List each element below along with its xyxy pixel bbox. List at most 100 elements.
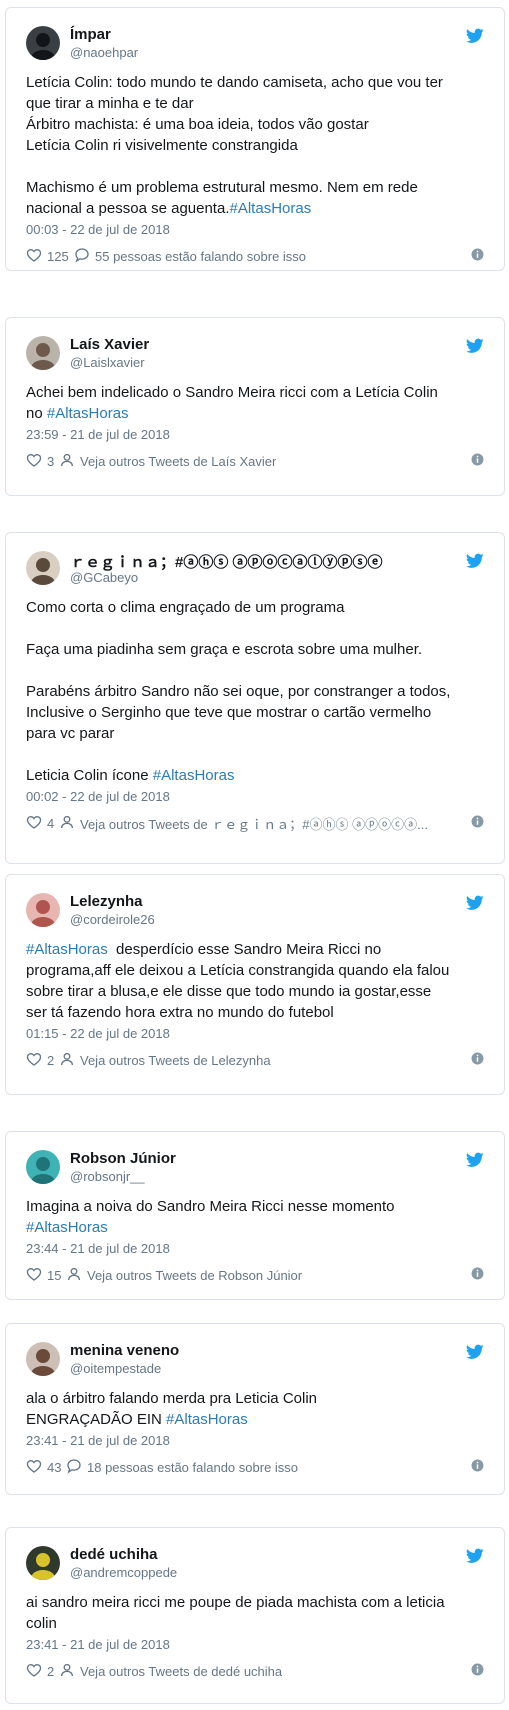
meta-link[interactable]: Veja outros Tweets de ｒｅｇｉｎａ；#ⓐⓗⓢ ⓐⓟⓞⓒⓐ.… [59,814,428,833]
like-button[interactable]: 15 [26,1266,61,1285]
tweet-line [26,660,482,681]
tweet-line: Leticia Colin ícone #AltasHoras [26,765,482,786]
heart-icon[interactable] [26,1266,42,1285]
meta-link[interactable]: Veja outros Tweets de dedé uchiha [59,1662,282,1681]
meta-link[interactable]: 18 pessoas estão falando sobre isso [66,1458,298,1477]
timestamp[interactable]: 23:41 - 21 de jul de 2018 [26,1433,170,1448]
meta-link[interactable]: 55 pessoas estão falando sobre isso [74,247,306,266]
like-count: 4 [47,816,55,831]
author-name[interactable]: Laís Xavier [70,336,149,353]
hashtag-link[interactable]: #AltasHoras [26,941,108,958]
author-name[interactable]: Lelezynha [70,893,143,910]
meta-text: Veja outros Tweets de ｒｅｇｉｎａ；#ⓐⓗⓢ ⓐⓟⓞⓒⓐ.… [80,817,428,832]
heart-icon[interactable] [26,452,42,471]
text-segment: para vc parar [26,725,115,742]
heart-icon[interactable] [26,1051,42,1070]
like-button[interactable]: 3 [26,452,54,471]
timestamp[interactable]: 23:59 - 21 de jul de 2018 [26,427,170,442]
hashtag-link[interactable]: #AltasHoras [166,1411,248,1428]
meta-link[interactable]: Veja outros Tweets de Robson Júnior [66,1266,302,1285]
tweet-line: Letícia Colin: todo mundo te dando camis… [26,72,482,93]
tweet-card[interactable]: Lelezynha @cordeirole26 #AltasHoras desper… [5,874,505,1095]
tweet-line: #AltasHoras [26,1217,482,1238]
info-icon[interactable] [471,1267,484,1280]
avatar[interactable] [26,551,60,585]
info-icon[interactable] [471,453,484,466]
tweet-card[interactable]: Ímpar @naoehpar Letícia Colin: todo mundo … [5,7,505,271]
author-name[interactable]: menina veneno [70,1342,179,1359]
person-icon [59,814,75,833]
text-segment: ai sandro meira ricci me poupe de piada … [26,1594,445,1611]
like-button[interactable]: 4 [26,814,54,833]
author-name[interactable]: ｒｅｇｉｎａ；#ⓐⓗⓢ ⓐⓟⓞⓒⓐⓛⓨⓟⓢⓔ [70,551,383,572]
twitter-bird-icon[interactable] [465,1152,484,1168]
tweet-text: #AltasHoras desperdício esse Sandro Meir… [26,939,482,1023]
heart-icon[interactable] [26,1662,42,1681]
timestamp[interactable]: 00:03 - 22 de jul de 2018 [26,222,170,237]
like-button[interactable]: 43 [26,1458,61,1477]
author-handle[interactable]: @GCabeyo [70,570,138,585]
author-handle[interactable]: @oitempestade [70,1361,161,1376]
hashtag-link[interactable]: #AltasHoras [153,767,235,784]
tweet-card[interactable]: menina veneno @oitempestade ala o árbitro … [5,1323,505,1495]
author-handle[interactable]: @robsonjr__ [70,1169,145,1184]
info-icon[interactable] [471,248,484,261]
timestamp[interactable]: 23:41 - 21 de jul de 2018 [26,1637,170,1652]
like-count: 2 [47,1664,55,1679]
tweet-line: Árbitro machista: é uma boa ideia, todos… [26,114,482,135]
twitter-bird-icon[interactable] [465,1344,484,1360]
tweet-line: para vc parar [26,723,482,744]
tweet-card[interactable]: dedé uchiha @andremcoppede ai sandro meira… [5,1527,505,1704]
text-segment: Imagina a noiva do Sandro Meira Ricci ne… [26,1198,395,1215]
tweet-line: programa,aff ele deixou a Letícia constr… [26,960,482,981]
tweet-card[interactable]: Robson Júnior @robsonjr__ Imagina a noiva … [5,1131,505,1300]
info-icon[interactable] [471,1459,484,1472]
avatar[interactable] [26,893,60,927]
avatar[interactable] [26,336,60,370]
timestamp[interactable]: 00:02 - 22 de jul de 2018 [26,789,170,804]
tweet-line: Como corta o clima engraçado de um progr… [26,597,482,618]
meta-link[interactable]: Veja outros Tweets de Lelezynha [59,1051,271,1070]
heart-icon[interactable] [26,814,42,833]
author-handle[interactable]: @naoehpar [70,45,138,60]
info-icon[interactable] [471,815,484,828]
like-button[interactable]: 2 [26,1051,54,1070]
info-icon[interactable] [471,1052,484,1065]
avatar[interactable] [26,26,60,60]
timestamp[interactable]: 01:15 - 22 de jul de 2018 [26,1026,170,1041]
tweet-actions: 2 Veja outros Tweets de dedé uchiha [26,1662,484,1680]
text-segment: ser tá fazendo hora extra no mundo do fu… [26,1004,334,1021]
twitter-bird-icon[interactable] [465,28,484,44]
heart-icon[interactable] [26,247,42,266]
hashtag-link[interactable]: #AltasHoras [230,200,312,217]
hashtag-link[interactable]: #AltasHoras [26,1219,108,1236]
author-handle[interactable]: @Laislxavier [70,355,145,370]
meta-link[interactable]: Veja outros Tweets de Laís Xavier [59,452,276,471]
avatar[interactable] [26,1150,60,1184]
twitter-bird-icon[interactable] [465,1548,484,1564]
twitter-bird-icon[interactable] [465,553,484,569]
text-segment: ENGRAÇADÃO EIN [26,1411,167,1428]
avatar[interactable] [26,1546,60,1580]
author-handle[interactable]: @andremcoppede [70,1565,177,1580]
avatar[interactable] [26,1342,60,1376]
heart-icon[interactable] [26,1458,42,1477]
hashtag-link[interactable]: #AltasHoras [47,405,129,422]
author-name[interactable]: Robson Júnior [70,1150,176,1167]
timestamp[interactable]: 23:44 - 21 de jul de 2018 [26,1241,170,1256]
tweet-actions: 4 Veja outros Tweets de ｒｅｇｉｎａ；#ⓐⓗⓢ ⓐⓟⓞⓒⓐ… [26,814,484,832]
meta-text: Veja outros Tweets de Lelezynha [80,1053,271,1068]
author-name[interactable]: Ímpar [70,26,111,43]
person-icon [59,1051,75,1070]
author-handle[interactable]: @cordeirole26 [70,912,155,927]
tweet-line: que tirar a minha e te dar [26,93,482,114]
like-button[interactable]: 2 [26,1662,54,1681]
twitter-bird-icon[interactable] [465,895,484,911]
text-segment: Leticia Colin ícone [26,767,153,784]
info-icon[interactable] [471,1663,484,1676]
twitter-bird-icon[interactable] [465,338,484,354]
tweet-card[interactable]: Laís Xavier @Laislxavier Achei bem indelic… [5,317,505,496]
author-name[interactable]: dedé uchiha [70,1546,158,1563]
like-button[interactable]: 125 [26,247,69,266]
tweet-card[interactable]: ｒｅｇｉｎａ；#ⓐⓗⓢ ⓐⓟⓞⓒⓐⓛⓨⓟⓢⓔ @GCabeyo Como corta… [5,532,505,864]
